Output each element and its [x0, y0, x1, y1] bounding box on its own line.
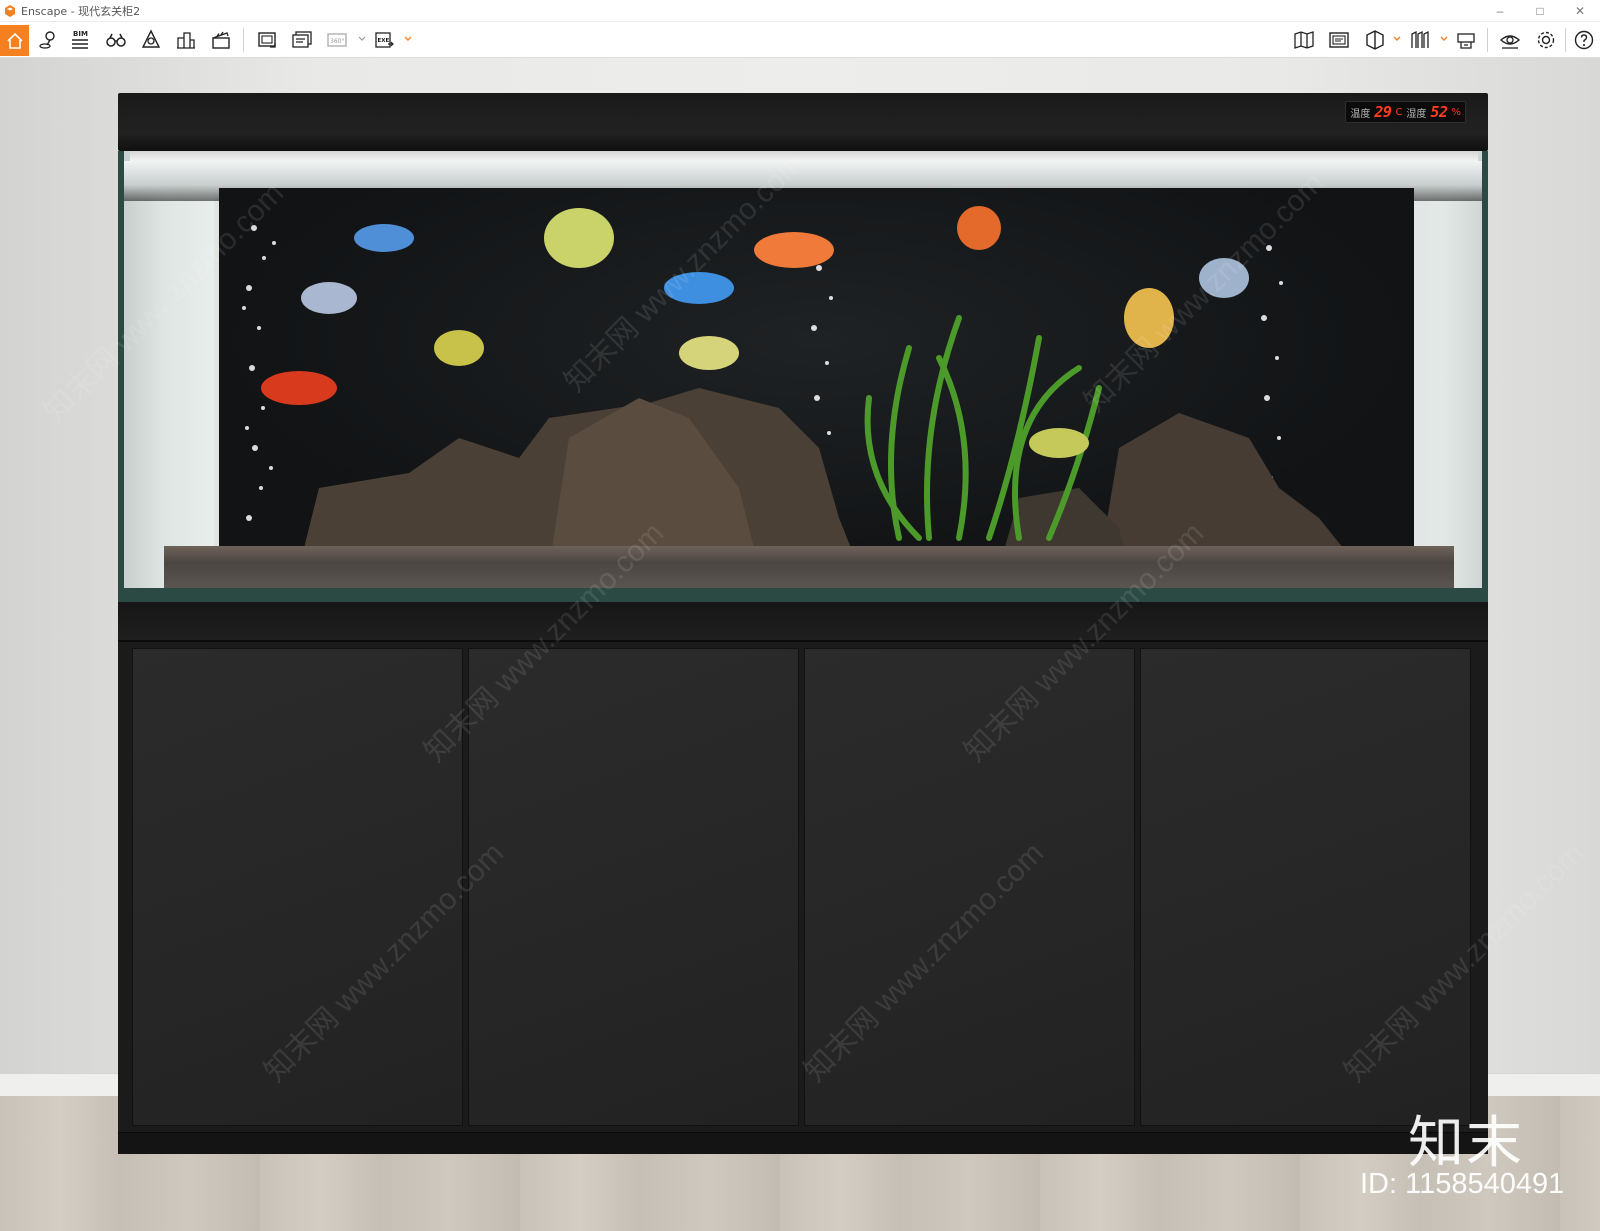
- hood-light-strip: [130, 151, 1478, 161]
- toolbar-separator: [1487, 28, 1488, 52]
- section-icon: [1366, 30, 1384, 50]
- object-icon: [1457, 33, 1475, 49]
- maximize-icon: □: [1536, 4, 1544, 18]
- panorama-dropdown-icon[interactable]: [358, 35, 366, 43]
- video-editor-button[interactable]: [207, 27, 235, 53]
- bim-button[interactable]: BIM: [66, 27, 94, 53]
- temperature-unit: C: [1395, 106, 1403, 118]
- screenshot-icon: [258, 32, 276, 48]
- minimap-icon: [1329, 32, 1349, 48]
- aquarium-substrate: [164, 546, 1454, 588]
- watermark-brand: 知末: [1408, 1111, 1524, 1176]
- main-toolbar: BIM 360° EXE: [0, 22, 1600, 75]
- window-title: Enscape - 现代玄关柜2: [21, 4, 141, 18]
- batch-render-button[interactable]: [288, 27, 316, 53]
- aquarium-cabinet: [118, 602, 1488, 1154]
- map-button[interactable]: [1290, 27, 1318, 53]
- svg-text:360°: 360°: [330, 38, 344, 45]
- buildings-button[interactable]: [172, 27, 200, 53]
- toolbar-separator: [243, 28, 244, 52]
- visual-settings-button[interactable]: [1496, 27, 1524, 53]
- settings-button[interactable]: [1532, 27, 1560, 53]
- svg-text:BIM: BIM: [73, 30, 88, 38]
- location-pin-icon: [39, 31, 55, 49]
- batch-render-icon: [292, 31, 312, 48]
- help-button[interactable]: [1570, 27, 1598, 53]
- render-viewport[interactable]: 温度 29 C 湿度 52 % 知末网 www.znzmo.com 知末网 ww…: [0, 58, 1600, 1231]
- close-icon: ✕: [1574, 4, 1586, 18]
- help-icon: [1574, 30, 1594, 50]
- clapperboard-icon: [212, 31, 230, 49]
- home-icon: [6, 32, 23, 49]
- close-button[interactable]: ✕: [1560, 0, 1600, 22]
- visual-settings-icon: [1499, 35, 1521, 49]
- object-manager-button[interactable]: [1452, 27, 1480, 53]
- svg-text:EXE: EXE: [378, 38, 390, 44]
- plants: [864, 315, 1102, 541]
- panorama-button[interactable]: 360°: [323, 27, 351, 53]
- minimap-button[interactable]: [1325, 27, 1353, 53]
- temperature-value: 29: [1374, 103, 1392, 121]
- home-button[interactable]: [0, 25, 29, 56]
- aquarium-hood: 温度 29 C 湿度 52 %: [118, 93, 1488, 151]
- panorama-360-icon: 360°: [327, 33, 347, 47]
- cabinet-door: [1140, 648, 1471, 1126]
- views-button[interactable]: [1406, 27, 1434, 53]
- settings-icon: [1537, 31, 1555, 49]
- bim-icon: BIM: [72, 30, 88, 49]
- minimize-button[interactable]: –: [1480, 0, 1520, 22]
- maximize-button[interactable]: □: [1520, 0, 1560, 22]
- walk-fly-button[interactable]: [102, 27, 130, 53]
- exe-export-button[interactable]: EXE: [370, 27, 398, 53]
- section-button[interactable]: [1361, 27, 1389, 53]
- asset-library-icon: [141, 29, 161, 48]
- map-icon: [1294, 31, 1314, 49]
- title-bar: Enscape - 现代玄关柜2 – □ ✕: [0, 0, 1600, 22]
- location-button[interactable]: [34, 27, 62, 53]
- views-dropdown-icon[interactable]: [1440, 35, 1448, 43]
- cabinet-top-rail: [118, 602, 1488, 642]
- exe-export-icon: EXE: [375, 32, 394, 48]
- temperature-label: 温度: [1350, 108, 1371, 120]
- screenshot-button[interactable]: [253, 27, 281, 53]
- buildings-icon: [177, 32, 195, 49]
- export-dropdown-icon[interactable]: [404, 35, 412, 43]
- humidity-value: 52: [1430, 103, 1448, 121]
- views-icon: [1411, 30, 1429, 48]
- binoculars-icon: [106, 33, 126, 47]
- minimize-icon: –: [1496, 4, 1504, 18]
- cabinet-plinth: [118, 1132, 1488, 1154]
- humidity-unit: %: [1451, 106, 1461, 118]
- tank-bottom-frame: [118, 588, 1488, 602]
- watermark-id: ID: 1158540491: [1360, 1168, 1565, 1200]
- section-dropdown-icon[interactable]: [1393, 35, 1401, 43]
- enscape-logo-icon: [5, 4, 15, 17]
- temperature-humidity-display: 温度 29 C 湿度 52 %: [1345, 101, 1466, 123]
- toolbar-separator: [1565, 28, 1566, 52]
- humidity-label: 湿度: [1406, 108, 1427, 120]
- asset-library-button[interactable]: [137, 27, 165, 53]
- cabinet-door: [468, 648, 799, 1126]
